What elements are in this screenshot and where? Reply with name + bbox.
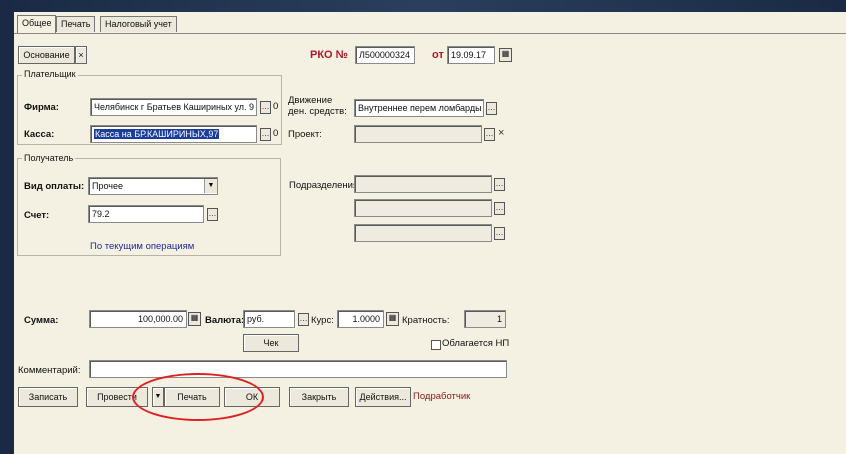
currency-select-button[interactable]: … (298, 313, 309, 326)
firm-select-button[interactable]: … (260, 101, 271, 114)
record-button[interactable]: Записать (18, 387, 78, 407)
basis-button[interactable]: Основание (18, 46, 75, 64)
close-button[interactable]: Закрыть (289, 387, 349, 407)
subdivision-field-2[interactable] (354, 199, 492, 217)
currency-field[interactable]: руб. (243, 310, 295, 328)
cash-label: Касса: (24, 129, 55, 140)
firm-num: 0 (273, 101, 279, 112)
rate-calc-icon[interactable]: ▦ (386, 312, 399, 326)
rate-field[interactable]: 1.0000 (337, 310, 384, 328)
doc-number-field[interactable]: Л500000324 (355, 46, 415, 64)
project-select-button[interactable]: … (484, 128, 495, 141)
cash-select-button[interactable]: … (260, 128, 271, 141)
subdivision-field-1[interactable] (354, 175, 492, 193)
tax-checkbox[interactable] (431, 340, 441, 350)
subdivision-select-button-2[interactable]: … (494, 202, 505, 215)
currency-label: Валюта: (205, 315, 245, 326)
highlight-circle (132, 373, 264, 421)
project-label: Проект: (288, 129, 322, 140)
calendar-icon[interactable]: ▦ (499, 48, 512, 62)
account-field[interactable]: 79.2 (88, 205, 204, 223)
firm-field[interactable]: Челябинск г Братьев Кашириных ул. 9 (90, 98, 257, 116)
subdivision-field-3[interactable] (354, 224, 492, 242)
basis-clear-button[interactable]: × (75, 46, 87, 64)
movement-label-2: ден. средств: (288, 106, 347, 117)
project-clear-icon[interactable]: × (498, 126, 504, 140)
payment-type-select[interactable]: Прочее (88, 177, 218, 195)
subdivision-select-button-1[interactable]: … (494, 178, 505, 191)
project-field[interactable] (354, 125, 482, 143)
recipient-group-title: Получатель (22, 153, 76, 164)
payer-group-title: Плательщик (22, 69, 78, 80)
sum-label: Сумма: (24, 315, 59, 326)
comment-label: Комментарий: (18, 365, 81, 376)
date-field[interactable]: 19.09.17 (447, 46, 495, 64)
tab-divider (14, 33, 846, 34)
cash-num: 0 (273, 128, 279, 139)
sum-field[interactable]: 100,000.00 (89, 310, 187, 328)
current-operations-link[interactable]: По текущим операциям (90, 241, 194, 253)
rko-document-window: Общее Печать Налоговый учет Основание × … (14, 12, 846, 454)
cash-field[interactable]: Касса на БР.КАШИРИНЫХ,97 (90, 125, 257, 143)
chevron-down-icon[interactable]: ▼ (204, 179, 217, 193)
account-select-button[interactable]: … (207, 208, 218, 221)
author-label: Подработчик (413, 391, 471, 402)
firm-label: Фирма: (24, 102, 59, 113)
tab-print[interactable]: Печать (56, 16, 96, 32)
date-prefix-label: от (432, 49, 444, 61)
account-label: Счет: (24, 210, 50, 221)
subdivision-label: Подразделения: (289, 180, 361, 191)
tab-general[interactable]: Общее (17, 15, 57, 33)
movement-select-button[interactable]: … (486, 102, 497, 115)
multiplicity-label: Кратность: (402, 315, 450, 326)
comment-field[interactable] (89, 360, 507, 378)
calculator-icon[interactable]: ▦ (188, 312, 201, 326)
subdivision-select-button-3[interactable]: … (494, 227, 505, 240)
movement-field[interactable]: Внутреннее перем ломбарды (354, 99, 484, 117)
tax-checkbox-label: Облагается НП (442, 338, 510, 349)
tab-tax-accounting[interactable]: Налоговый учет (100, 16, 177, 32)
doc-type-label: РКО № (310, 49, 348, 61)
multiplicity-field[interactable]: 1 (464, 310, 506, 328)
actions-button[interactable]: Действия... (355, 387, 411, 407)
rate-label: Курс: (311, 315, 334, 326)
check-button[interactable]: Чек (243, 334, 299, 352)
cash-selected-text: Касса на БР.КАШИРИНЫХ,97 (94, 129, 220, 139)
payment-type-label: Вид оплаты: (24, 181, 85, 192)
